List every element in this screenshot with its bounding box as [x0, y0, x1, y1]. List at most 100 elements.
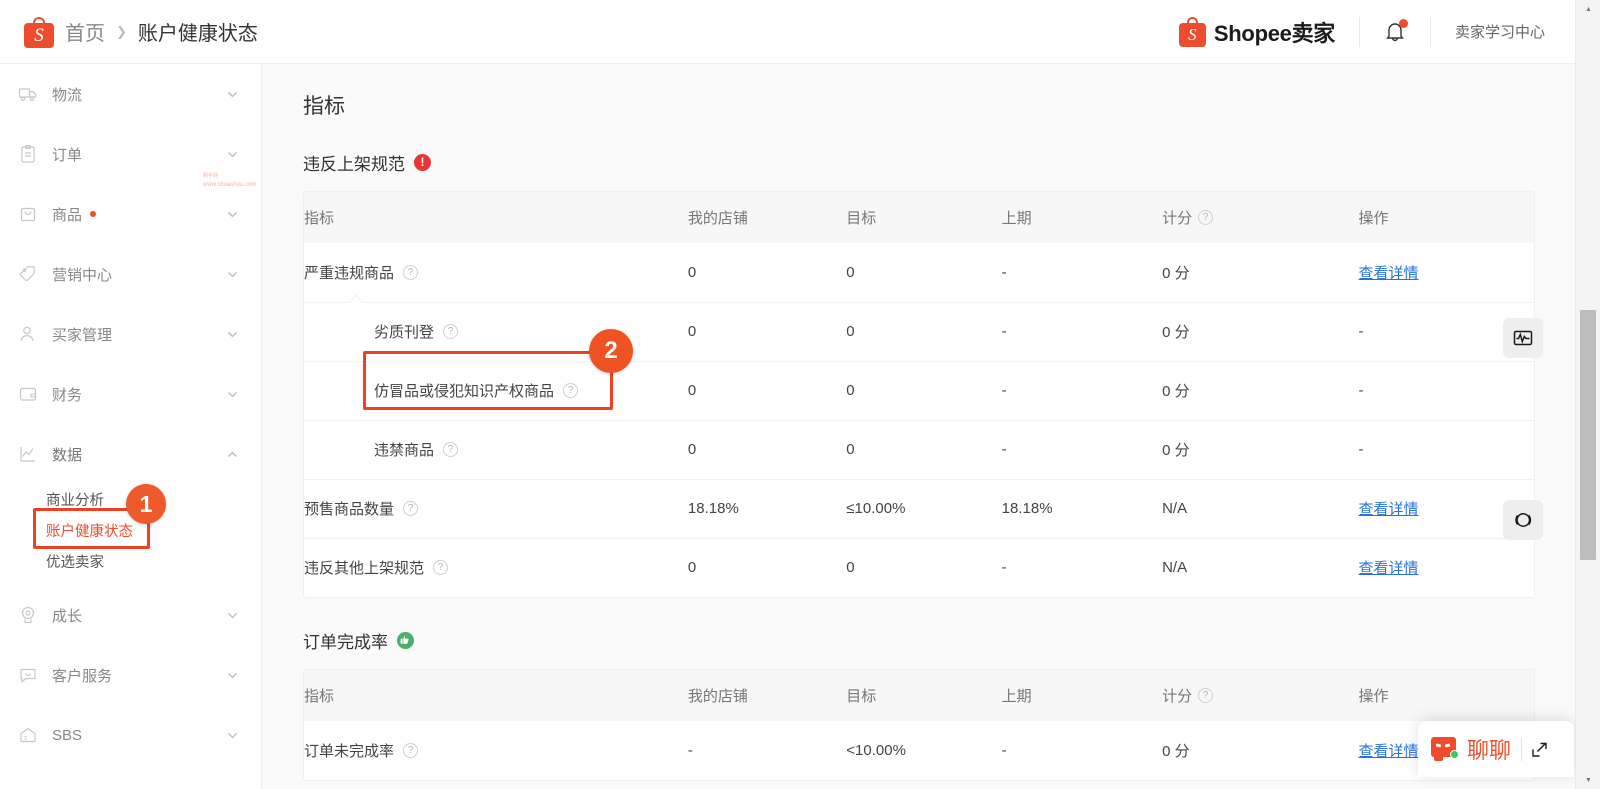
chat-widget[interactable]: 聊聊: [1418, 721, 1574, 777]
col-header-action: 操作: [1358, 210, 1389, 227]
listing-violations-table: 指标 我的店铺 目标 上期 计分 ? 操作 严重违规商品 ? 0 0 - 0 分…: [304, 192, 1534, 597]
col-header-score: 计分: [1162, 688, 1193, 705]
help-icon[interactable]: ?: [443, 442, 459, 457]
cell-my-shop: 0: [687, 263, 697, 281]
view-details-link[interactable]: 查看详情: [1359, 560, 1419, 577]
cell-action: -: [1358, 419, 1534, 479]
col-header-previous: 上期: [1001, 688, 1032, 705]
sidebar-item-finance[interactable]: 财务: [0, 364, 261, 424]
cell-goal: 0: [846, 537, 1002, 597]
chevron-down-icon: [226, 669, 239, 682]
col-header-score: 计分: [1162, 210, 1193, 227]
seller-learning-center-link[interactable]: 卖家学习中心: [1455, 21, 1545, 42]
sidebar-item-label: 订单: [52, 146, 83, 164]
sidebar-item-products[interactable]: 商品: [0, 184, 261, 244]
table-row[interactable]: 劣质刊登 ? 0 0 - 0 分 -: [304, 301, 1534, 361]
chat-robot-icon: [1431, 737, 1459, 761]
cell-score: 0 分: [1162, 301, 1359, 361]
col-header-previous: 上期: [1001, 210, 1032, 227]
chevron-down-icon: [226, 388, 239, 401]
sidebar-item-label: 客户服务: [52, 667, 113, 685]
help-icon[interactable]: ?: [1198, 688, 1214, 703]
help-icon[interactable]: ?: [443, 324, 459, 339]
scroll-up-arrow-icon[interactable]: ▲: [1576, 0, 1600, 18]
pulse-monitor-icon: [1512, 327, 1534, 349]
sidebar-item-label: 买家管理: [52, 326, 113, 344]
col-header-goal: 目标: [846, 688, 877, 705]
sidebar-item-orders[interactable]: 订单: [0, 124, 261, 184]
section-title-listing-violations: 违反上架规范: [303, 150, 1535, 175]
divider: [1521, 737, 1523, 761]
table-row[interactable]: 预售商品数量 ? 18.18% ≤10.00% 18.18% N/A 查看详情: [304, 478, 1534, 538]
sidebar-item-data[interactable]: 数据: [0, 424, 261, 484]
help-icon[interactable]: ?: [563, 383, 579, 398]
breadcrumb-separator-icon: ❯: [116, 23, 127, 39]
scroll-down-arrow-icon[interactable]: ▼: [1576, 771, 1600, 789]
help-icon[interactable]: ?: [403, 743, 419, 758]
sidebar-item-growth[interactable]: 成长: [0, 585, 261, 645]
notification-bell-icon[interactable]: [1384, 18, 1408, 44]
view-details-link[interactable]: 查看详情: [1359, 265, 1419, 282]
cell-goal: 0: [846, 360, 1002, 420]
breadcrumb-home-link[interactable]: 首页: [65, 17, 105, 46]
annotation-number-2: 2: [589, 329, 633, 373]
cell-previous: -: [1001, 742, 1007, 759]
cell-previous: 18.18%: [1001, 478, 1163, 538]
chevron-down-icon: [226, 268, 239, 281]
order-fulfillment-table: 指标 我的店铺 目标 上期 计分 ? 操作 订单未完成率 ? - <10.00%…: [304, 670, 1534, 780]
sidebar-item-preferred-seller[interactable]: 优选卖家: [0, 546, 261, 577]
cell-previous: -: [1001, 419, 1163, 479]
section-title-text: 订单完成率: [303, 633, 388, 652]
headset-ring-icon: [1512, 509, 1534, 531]
help-icon[interactable]: ?: [1198, 210, 1214, 225]
chevron-down-icon: [226, 148, 239, 161]
new-indicator-dot: [90, 211, 97, 217]
sidebar-item-customer-service[interactable]: 客户服务: [0, 645, 261, 705]
annotation-number-1: 1: [126, 484, 166, 524]
wallet-icon: [18, 384, 38, 404]
sidebar-item-label: 数据: [52, 446, 83, 464]
col-header-metric: 指标: [304, 688, 335, 705]
table-header-row: 指标 我的店铺 目标 上期 计分 ? 操作: [304, 670, 1534, 721]
help-icon[interactable]: ?: [433, 560, 449, 576]
help-icon[interactable]: ?: [403, 501, 419, 516]
help-icon[interactable]: ?: [403, 264, 419, 280]
cell-score: N/A: [1162, 478, 1359, 538]
sidebar-item-buyer-management[interactable]: 买家管理: [0, 304, 261, 364]
cell-action: -: [1358, 360, 1534, 420]
view-details-link[interactable]: 查看详情: [1359, 501, 1419, 518]
view-details-link[interactable]: 查看详情: [1359, 743, 1419, 760]
sidebar-item-marketing-center[interactable]: 营销中心: [0, 244, 261, 304]
table-header-row: 指标 我的店铺 目标 上期 计分 ? 操作: [304, 192, 1534, 243]
row-counterfeit-products[interactable]: 仿冒品或侵犯知识产权商品 ? 0 0 - 0 分 -: [304, 360, 1534, 420]
listing-violations-table-card: 指标 我的店铺 目标 上期 计分 ? 操作 严重违规商品 ? 0 0 - 0 分…: [303, 191, 1535, 598]
page-scrollbar[interactable]: ▲ ▼: [1575, 0, 1600, 789]
table-row[interactable]: 严重违规商品 ? 0 0 - 0 分 查看详情: [304, 243, 1534, 302]
chevron-down-icon: [226, 88, 239, 101]
float-widget-headset[interactable]: [1503, 500, 1543, 540]
table-row[interactable]: 订单未完成率 ? - <10.00% - 0 分 查看详情: [304, 721, 1534, 780]
divider: [1429, 16, 1431, 47]
cell-my-shop: 0: [687, 537, 847, 597]
section-title-order-fulfillment-rate: 订单完成率: [303, 628, 1535, 653]
cell-goal: 0: [846, 301, 1002, 361]
scrollbar-thumb[interactable]: [1580, 310, 1596, 560]
float-widget-pulse-monitor[interactable]: [1503, 318, 1543, 358]
col-header-metric: 指标: [304, 210, 335, 227]
cell-goal: ≤10.00%: [846, 478, 1002, 538]
sidebar-item-sbs[interactable]: SBS: [0, 705, 261, 765]
sidebar-item-logistics[interactable]: 物流: [0, 64, 261, 124]
cell-my-shop: -: [687, 742, 693, 759]
cell-score: 0 分: [1162, 360, 1359, 420]
table-row[interactable]: 违禁商品 ? 0 0 - 0 分 -: [304, 419, 1534, 479]
expand-arrow-icon[interactable]: [1531, 741, 1548, 758]
table-row[interactable]: 违反其他上架规范 ? 0 0 - N/A 查看详情: [304, 537, 1534, 597]
cell-my-shop: 0: [687, 419, 847, 479]
cell-score: 0 分: [1162, 264, 1190, 282]
shopee-seller-brand[interactable]: S Shopee卖家: [1178, 16, 1335, 48]
cell-goal: 0: [846, 419, 1002, 479]
notification-unread-dot: [1398, 18, 1408, 28]
tag-icon: [18, 264, 38, 284]
sidebar-item-account-health[interactable]: 账户健康状态: [0, 515, 261, 546]
truck-icon: [18, 84, 38, 104]
